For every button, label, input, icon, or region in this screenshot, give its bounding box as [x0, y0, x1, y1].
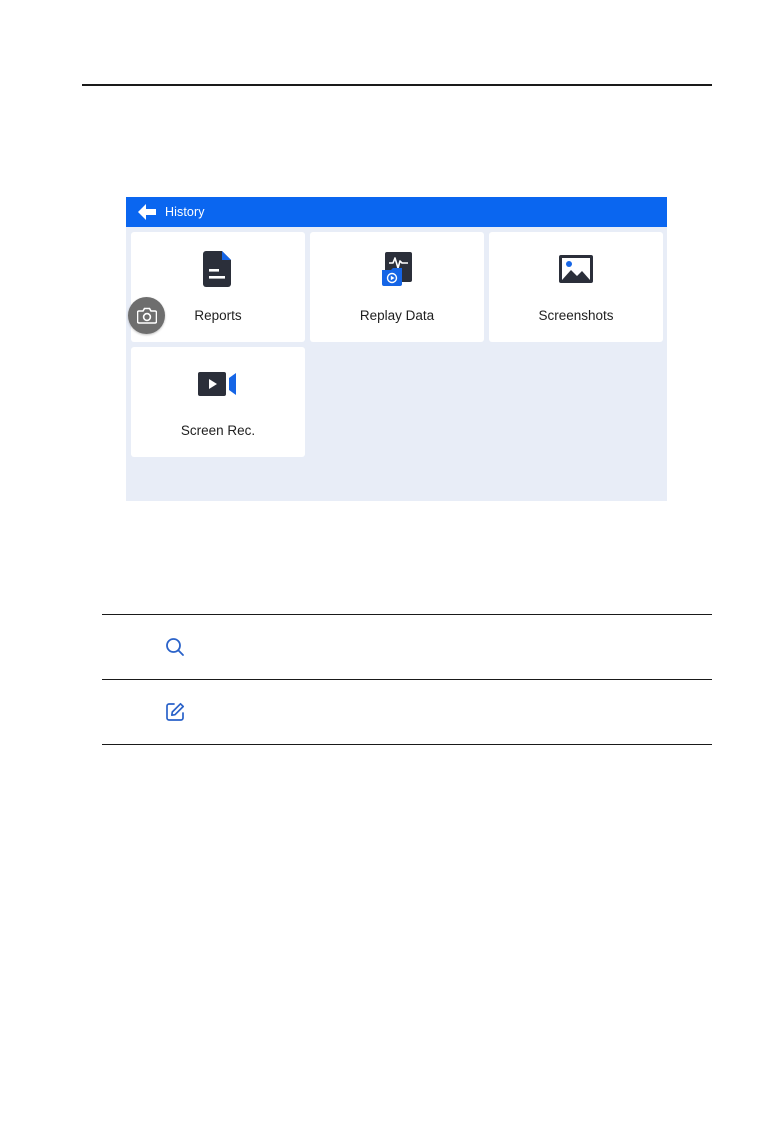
tile-label: Screen Rec. [180, 423, 256, 438]
history-screen: History Reports Replay Data Screenshots … [126, 197, 667, 501]
edit-icon [164, 701, 186, 723]
tile-label: Replay Data [359, 308, 435, 323]
tile-screen-rec[interactable]: Screen Rec. [131, 347, 305, 457]
table-rule-top [102, 614, 712, 615]
tile-replay-data[interactable]: Replay Data [310, 232, 484, 342]
search-icon [164, 636, 186, 658]
arrow-left-icon[interactable] [137, 202, 157, 222]
document-icon [131, 250, 305, 288]
manual-page: History Reports Replay Data Screenshots … [0, 0, 757, 1135]
table-rule-bottom [102, 744, 712, 745]
floating-camera-button[interactable] [128, 297, 165, 334]
tile-label: Screenshots [538, 308, 614, 323]
table-rule-middle [102, 679, 712, 680]
replay-data-icon [310, 250, 484, 288]
camera-icon [136, 307, 157, 324]
image-icon [489, 250, 663, 288]
header-title: History [165, 205, 205, 219]
header-bar: History [126, 197, 667, 227]
video-camera-icon [131, 365, 305, 403]
top-rule [82, 84, 712, 86]
tile-screenshots[interactable]: Screenshots [489, 232, 663, 342]
